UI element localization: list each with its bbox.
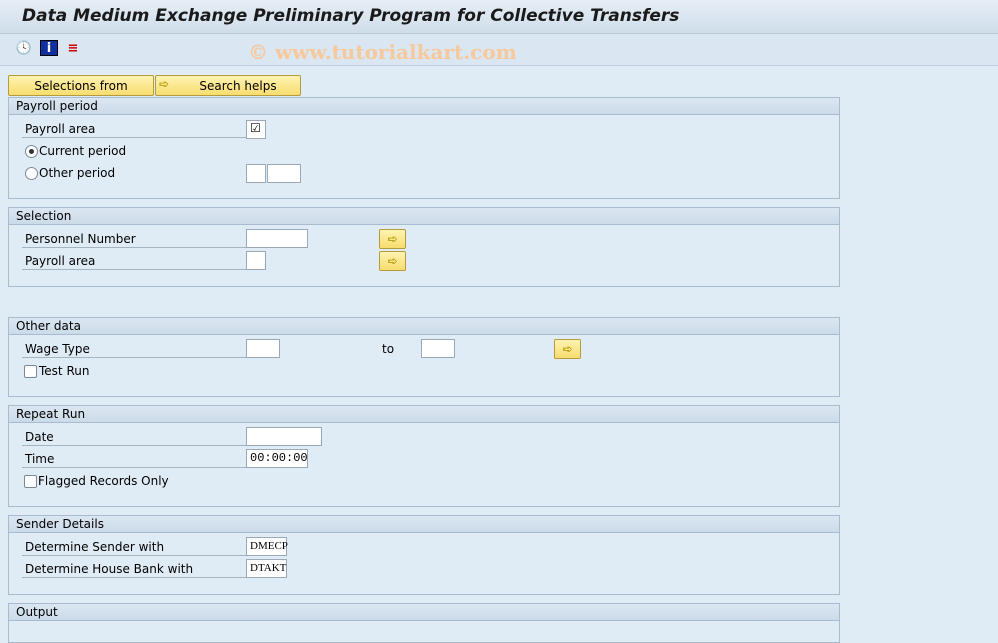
flagged-records-label: Flagged Records Only	[38, 474, 169, 488]
group-title: Sender Details	[9, 516, 839, 533]
other-period-input-1[interactable]	[246, 164, 266, 183]
test-run-label: Test Run	[39, 364, 90, 378]
group-title: Other data	[9, 318, 839, 335]
search-helps-button[interactable]: ➪ Search helps	[155, 75, 301, 96]
arrow-right-icon: ➪	[387, 232, 398, 246]
determine-sender-input[interactable]: DMECP	[246, 537, 288, 556]
other-period-label: Other period	[39, 166, 116, 180]
time-input[interactable]: 00:00:00	[246, 449, 308, 468]
group-payroll-period: Payroll period	[8, 97, 840, 199]
group-output: Output	[8, 603, 840, 643]
current-period-label: Current period	[39, 144, 127, 158]
group-title: Repeat Run	[9, 406, 839, 423]
search-helps-label: Search helps	[199, 78, 277, 93]
info-icon[interactable]: i	[40, 40, 58, 56]
group-title: Output	[9, 604, 839, 621]
multiple-selection-button[interactable]: ➪	[379, 229, 406, 249]
arrow-right-icon: ➪	[562, 342, 573, 356]
other-period-input-2[interactable]	[267, 164, 301, 183]
date-label: Date	[22, 428, 266, 446]
multiple-selection-button[interactable]: ➪	[554, 339, 581, 359]
wage-type-label: Wage Type	[22, 340, 266, 358]
payroll-area-checkbox[interactable]: ☑	[246, 120, 266, 139]
determine-house-bank-input[interactable]: DTAKT	[246, 559, 287, 578]
multiple-selection-button[interactable]: ➪	[379, 251, 406, 271]
page-title: Data Medium Exchange Preliminary Program…	[22, 6, 680, 26]
payroll-area-input[interactable]	[246, 251, 266, 270]
watermark: © www.tutorialkart.com	[248, 40, 517, 64]
wage-type-to-input[interactable]	[421, 339, 455, 358]
payroll-area-label: Payroll area	[22, 252, 266, 270]
variant-icon[interactable]: ≡	[64, 40, 82, 56]
group-title: Payroll period	[9, 98, 839, 115]
determine-house-bank-label: Determine House Bank with	[22, 560, 266, 578]
personnel-number-input[interactable]	[246, 229, 308, 248]
wage-type-from-input[interactable]	[246, 339, 280, 358]
payroll-area-label: Payroll area	[22, 120, 266, 138]
to-label: to	[382, 342, 395, 356]
personnel-number-label: Personnel Number	[22, 230, 266, 248]
selections-from-button[interactable]: Selections from	[8, 75, 154, 96]
arrow-right-icon: ➪	[159, 77, 170, 91]
arrow-right-icon: ➪	[387, 254, 398, 268]
execute-icon[interactable]: 🕓	[15, 40, 33, 56]
time-label: Time	[22, 450, 266, 468]
group-title: Selection	[9, 208, 839, 225]
date-input[interactable]	[246, 427, 322, 446]
determine-sender-label: Determine Sender with	[22, 538, 266, 556]
